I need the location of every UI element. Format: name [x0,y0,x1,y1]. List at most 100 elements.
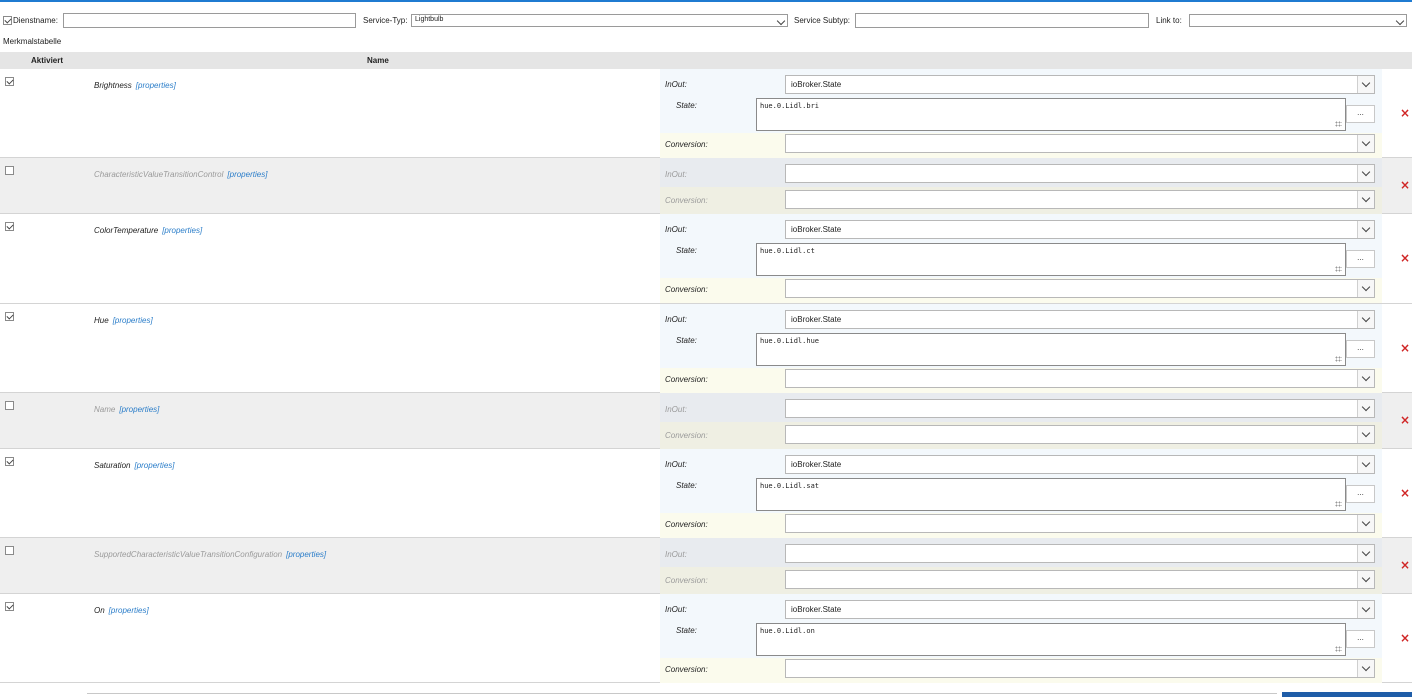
inout-select[interactable]: ioBroker.State [785,310,1375,329]
service-name-input[interactable] [63,13,356,28]
chevron-down-icon [1357,311,1374,328]
chevron-down-icon [1357,221,1374,238]
conversion-select[interactable] [785,570,1375,589]
conversion-label: Conversion: [665,576,708,585]
link-to-select[interactable] [1189,14,1407,27]
state-label: State: [676,101,697,110]
characteristic-name: Brightness [properties] [94,81,176,90]
delete-icon[interactable]: × [1400,178,1410,192]
resize-grip-icon[interactable] [1335,646,1342,652]
delete-icon[interactable]: × [1400,341,1410,355]
select-state-button[interactable]: ... [1346,250,1375,268]
inout-select[interactable] [785,399,1375,418]
conversion-label: Conversion: [665,375,708,384]
row-active-checkbox[interactable] [5,77,14,86]
conversion-select[interactable] [785,279,1375,298]
conversion-label: Conversion: [665,285,708,294]
delete-icon[interactable]: × [1400,413,1410,427]
characteristic-config: InOut: ioBroker.State State: hue.0.Lidl.sat… [660,449,1382,538]
conversion-select[interactable] [785,659,1375,678]
inout-select[interactable]: ioBroker.State [785,600,1375,619]
delete-icon[interactable]: × [1400,631,1410,645]
service-name-checkbox[interactable] [3,16,12,25]
chevron-down-icon [1357,601,1374,618]
state-id-input[interactable]: hue.0.Lidl.bri [756,98,1346,131]
row-active-checkbox[interactable] [5,546,14,555]
inout-select[interactable]: ioBroker.State [785,220,1375,239]
row-active-checkbox[interactable] [5,602,14,611]
conversion-select[interactable] [785,514,1375,533]
conversion-select[interactable] [785,134,1375,153]
inout-select[interactable]: ioBroker.State [785,455,1375,474]
inout-label: InOut: [665,460,687,469]
row-active-checkbox[interactable] [5,312,14,321]
resize-grip-icon[interactable] [1335,266,1342,272]
select-state-button[interactable]: ... [1346,105,1375,123]
properties-link[interactable]: [properties] [227,170,267,179]
table-row: CharacteristicValueTransitionControl [pro… [0,158,1412,214]
delete-icon[interactable]: × [1400,251,1410,265]
inout-value: ioBroker.State [791,315,842,324]
top-accent-line [0,0,1412,2]
select-state-button[interactable]: ... [1346,485,1375,503]
conversion-select[interactable] [785,190,1375,209]
state-label: State: [676,481,697,490]
row-active-checkbox[interactable] [5,401,14,410]
state-id-value: hue.0.Lidl.sat [760,482,820,490]
properties-link[interactable]: [properties] [113,316,153,325]
characteristic-config: InOut: ioBroker.State State: hue.0.Lidl.hue… [660,304,1382,393]
service-type-value: Lightbulb [415,16,444,23]
state-id-input[interactable]: hue.0.Lidl.hue [756,333,1346,366]
resize-grip-icon[interactable] [1335,501,1342,507]
state-id-input[interactable]: hue.0.Lidl.ct [756,243,1346,276]
properties-link[interactable]: [properties] [134,461,174,470]
properties-link[interactable]: [properties] [119,405,159,414]
state-label: State: [676,336,697,345]
row-active-checkbox[interactable] [5,222,14,231]
inout-label: InOut: [665,170,687,179]
chevron-down-icon [1357,165,1374,182]
row-active-checkbox[interactable] [5,457,14,466]
delete-icon[interactable]: × [1400,558,1410,572]
select-state-button[interactable]: ... [1346,630,1375,648]
conversion-label: Conversion: [665,431,708,440]
table-row: Saturation [properties] InOut: ioBroker.Sta… [0,449,1412,538]
properties-link[interactable]: [properties] [109,606,149,615]
properties-link[interactable]: [properties] [286,550,326,559]
inout-select[interactable]: ioBroker.State [785,75,1375,94]
inout-label: InOut: [665,550,687,559]
properties-link[interactable]: [properties] [162,226,202,235]
characteristic-name: ColorTemperature [properties] [94,226,202,235]
properties-link[interactable]: [properties] [136,81,176,90]
chevron-down-icon [1357,280,1374,297]
state-label: State: [676,626,697,635]
state-id-input[interactable]: hue.0.Lidl.on [756,623,1346,656]
bottom-button-edge[interactable] [1282,692,1412,697]
delete-icon[interactable]: × [1400,106,1410,120]
inout-select[interactable] [785,544,1375,563]
table-row: ColorTemperature [properties] InOut: ioBrok… [0,214,1412,304]
row-active-checkbox[interactable] [5,166,14,175]
chevron-down-icon [1357,426,1374,443]
service-type-select[interactable]: Lightbulb [411,14,788,27]
service-subtype-input[interactable] [855,13,1149,28]
resize-grip-icon[interactable] [1335,121,1342,127]
select-state-button[interactable]: ... [1346,340,1375,358]
bottom-input-edge [87,693,1277,697]
chevron-down-icon [1357,76,1374,93]
resize-grip-icon[interactable] [1335,356,1342,362]
table-row: Brightness [properties] InOut: ioBroker.Sta… [0,69,1412,158]
chevron-down-icon [1357,571,1374,588]
chevron-down-icon [1357,400,1374,417]
characteristic-name: CharacteristicValueTransitionControl [pro… [94,170,267,179]
state-id-input[interactable]: hue.0.Lidl.sat [756,478,1346,511]
chevron-down-icon [1357,456,1374,473]
service-subtype-label: Service Subtyp: [794,16,851,25]
conversion-select[interactable] [785,425,1375,444]
characteristic-config: InOut: Conversion: [660,538,1382,594]
inout-select[interactable] [785,164,1375,183]
delete-icon[interactable]: × [1400,486,1410,500]
link-to-label: Link to: [1156,16,1182,25]
conversion-select[interactable] [785,369,1375,388]
chevron-down-icon [1357,135,1374,152]
